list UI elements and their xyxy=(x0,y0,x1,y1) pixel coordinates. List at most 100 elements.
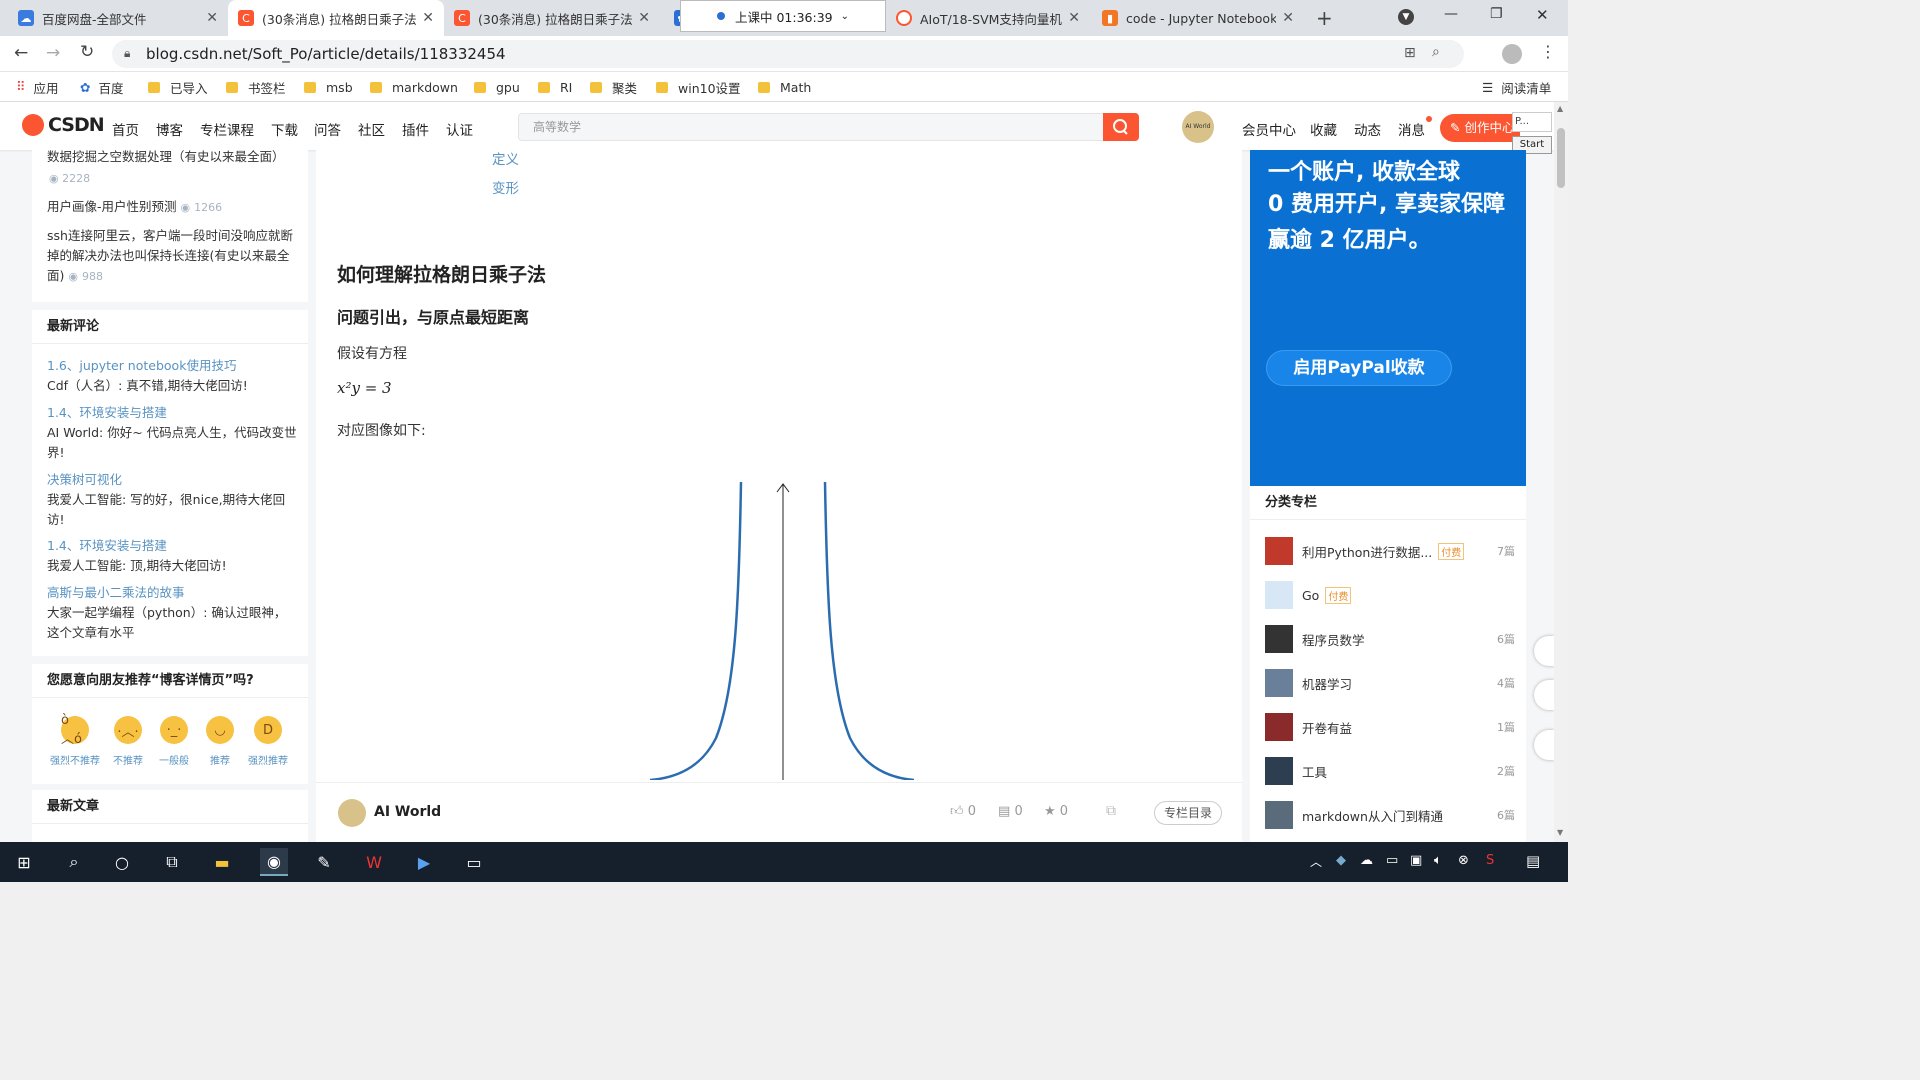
class-timer-widget[interactable]: 上课中 01:36:39 ⌄ xyxy=(680,0,886,32)
more-menu-icon[interactable]: ⋮ xyxy=(1540,42,1556,61)
user-avatar[interactable]: AI World xyxy=(1182,111,1214,143)
nav-courses[interactable]: 专栏课程 xyxy=(200,119,254,139)
close-icon[interactable]: ✕ xyxy=(638,10,650,26)
csdn-logo[interactable]: CSDN xyxy=(22,114,105,136)
chrome-icon[interactable]: ◉ xyxy=(260,848,288,876)
zoom-icon[interactable]: ⌕ xyxy=(1432,44,1440,60)
category-item[interactable]: 程序员数学 6篇 xyxy=(1265,624,1515,654)
tab-jupyter[interactable]: ▮ code - Jupyter Notebook ✕ xyxy=(1092,0,1304,36)
paint-icon[interactable]: ✎ xyxy=(310,848,338,876)
bookmark-math[interactable]: Math xyxy=(758,72,811,102)
sad-face-icon[interactable]: ·︿· xyxy=(114,716,142,744)
comment-article-link[interactable]: 1.4、环境安装与搭建 xyxy=(47,405,167,420)
tab-aiot-svm[interactable]: AIoT/18-SVM支持向量机 ✕ xyxy=(886,0,1090,36)
tab-lagrange-2[interactable]: C (30条消息) 拉格朗日乘子法 ✕ xyxy=(444,0,660,36)
comment-item[interactable]: 1.4、环境安装与搭建 我爱人工智能: 顶,期待大佬回访! xyxy=(47,536,297,576)
create-center-button[interactable]: ✎ 创作中心 xyxy=(1440,114,1520,142)
restore-icon[interactable]: ❐ xyxy=(1490,6,1503,22)
search-icon[interactable]: ⌕ xyxy=(60,848,88,876)
close-icon[interactable]: ✕ xyxy=(1282,10,1294,26)
forward-arrow-icon[interactable]: → xyxy=(46,43,60,63)
search-input[interactable]: 高等数学 xyxy=(518,113,1104,141)
back-arrow-icon[interactable]: ← xyxy=(14,43,28,63)
category-item[interactable]: 机器学习 4篇 xyxy=(1265,668,1515,698)
chevron-down-icon[interactable]: ⌄ xyxy=(841,11,849,22)
category-item[interactable]: 利用Python进行数据... 付费 7篇 xyxy=(1265,536,1515,566)
nav-home[interactable]: 首页 xyxy=(112,119,139,139)
tray-app-icon[interactable]: ◆ xyxy=(1336,853,1346,868)
toc-item-definition[interactable]: 定义 xyxy=(492,148,519,168)
tab-baidu-pan[interactable]: ☁ 百度网盘-全部文件 ✕ xyxy=(8,0,228,36)
hot-article-item[interactable]: 数据挖掘之空数据处理（有史以来最全面） xyxy=(47,147,297,167)
network-icon[interactable]: ▣ xyxy=(1410,853,1422,868)
toc-item-transform[interactable]: 变形 xyxy=(492,177,519,197)
window-close-icon[interactable]: ✕ xyxy=(1536,6,1549,24)
comment-item[interactable]: 1.6、jupyter notebook使用技巧 Cdf（人名）: 真不错,期待大… xyxy=(47,356,297,396)
hot-article-item[interactable]: ssh连接阿里云，客户端一段时间没响应就断掉的解决办法也叫保持长连接(有史以来最… xyxy=(47,226,297,287)
bookmark-markdown[interactable]: markdown xyxy=(370,72,458,102)
bookmark-imported[interactable]: 已导入 xyxy=(148,72,208,102)
windows-start-icon[interactable]: ⊞ xyxy=(10,848,38,876)
comment-button[interactable]: ▤ 0 xyxy=(998,804,1023,819)
paypal-button[interactable]: 启用PayPal收款 xyxy=(1266,350,1452,386)
category-item[interactable]: 工具 2篇 xyxy=(1265,756,1515,786)
bookmark-gpu[interactable]: gpu xyxy=(474,72,520,102)
close-icon[interactable]: ✕ xyxy=(1068,10,1080,26)
nav-messages[interactable]: 消息 xyxy=(1398,119,1425,139)
rating-label[interactable]: 强烈推荐 xyxy=(236,752,300,767)
scroll-down-icon[interactable]: ▼ xyxy=(1557,828,1563,837)
like-button[interactable]: 👍︎ 0 xyxy=(950,804,976,819)
comment-article-link[interactable]: 高斯与最小二乘法的故事 xyxy=(47,585,185,600)
file-explorer-icon[interactable]: ▬ xyxy=(208,848,236,876)
task-view-icon[interactable]: ⧉ xyxy=(158,848,186,876)
tab-lagrange-active[interactable]: C (30条消息) 拉格朗日乘子法 ✕ xyxy=(228,0,444,36)
nav-blog[interactable]: 博客 xyxy=(156,119,183,139)
wps-icon[interactable]: W xyxy=(360,848,388,876)
star-button[interactable]: ★ 0 xyxy=(1044,804,1068,819)
scroll-up-icon[interactable]: ▲ xyxy=(1557,104,1563,113)
search-button[interactable] xyxy=(1103,113,1139,141)
comment-article-link[interactable]: 1.6、jupyter notebook使用技巧 xyxy=(47,358,236,373)
nav-community[interactable]: 社区 xyxy=(358,119,385,139)
bookmark-msb[interactable]: msb xyxy=(304,72,353,102)
top-float-button[interactable] xyxy=(1534,730,1554,760)
tray-chevron-icon[interactable]: ︿ xyxy=(1310,853,1322,870)
bookmark-baidu[interactable]: ✿ 百度 xyxy=(80,72,124,102)
tray-s-icon[interactable]: S xyxy=(1486,853,1494,868)
page-scrollbar[interactable]: ▲ ▼ xyxy=(1554,102,1568,842)
terminal-icon[interactable]: ▭ xyxy=(460,848,488,876)
bookmark-ri[interactable]: RI xyxy=(538,72,572,102)
reading-list[interactable]: ☰ 阅读清单 xyxy=(1482,72,1551,102)
cortana-icon[interactable]: ○ xyxy=(108,848,136,876)
battery-icon[interactable]: ▭ xyxy=(1386,853,1398,868)
comment-item[interactable]: 决策树可视化 我爱人工智能: 写的好，很nice,期待大佬回访! xyxy=(47,470,297,530)
cloud-icon[interactable]: ☁ xyxy=(1360,853,1373,868)
comment-item[interactable]: 高斯与最小二乘法的故事 大家一起学编程（python）: 确认过眼神，这个文章有水… xyxy=(47,583,297,643)
comment-article-link[interactable]: 决策树可视化 xyxy=(47,472,122,487)
nav-favorites[interactable]: 收藏 xyxy=(1310,119,1337,139)
smile-face-icon[interactable]: ◡ xyxy=(206,716,234,744)
bookmark-bar-folder[interactable]: 书签栏 xyxy=(226,72,286,102)
author-name[interactable]: AI World xyxy=(374,804,441,820)
url-input[interactable]: 🔒︎ blog.csdn.net/Soft_Po/article/details… xyxy=(112,40,1464,68)
close-icon[interactable]: ✕ xyxy=(206,10,218,26)
hot-article-item[interactable]: 用户画像-用户性别预测 ◉ 1266 xyxy=(47,197,297,218)
new-tab-button[interactable]: + xyxy=(1316,6,1333,30)
category-item[interactable]: 开卷有益 1篇 xyxy=(1265,712,1515,742)
profile-avatar[interactable] xyxy=(1502,44,1522,64)
share-float-button[interactable] xyxy=(1534,680,1554,710)
comment-item[interactable]: 1.4、环境安装与搭建 AI World: 你好~ 代码点亮人生，代码改变世界! xyxy=(47,403,297,463)
nav-download[interactable]: 下载 xyxy=(271,119,298,139)
nav-plugins[interactable]: 插件 xyxy=(402,119,429,139)
tray-close-icon[interactable]: ⊗ xyxy=(1458,853,1469,868)
tab-search-icon[interactable]: ▼ xyxy=(1398,9,1414,25)
nav-vip-center[interactable]: 会员中心 xyxy=(1242,119,1296,139)
author-avatar[interactable] xyxy=(338,799,366,827)
category-item[interactable]: Go 付费 xyxy=(1265,580,1515,610)
nav-certification[interactable]: 认证 xyxy=(446,119,473,139)
paypal-ad[interactable]: 一个账户, 收款全球 0 费用开户, 享卖家保障 赢逾 2 亿用户。 启用Pay… xyxy=(1250,150,1526,486)
bookmark-clustering[interactable]: 聚类 xyxy=(590,72,637,102)
notification-icon[interactable]: ▤ xyxy=(1526,852,1540,870)
volume-icon[interactable]: 🔈︎ xyxy=(1434,853,1442,868)
nav-qa[interactable]: 问答 xyxy=(314,119,341,139)
